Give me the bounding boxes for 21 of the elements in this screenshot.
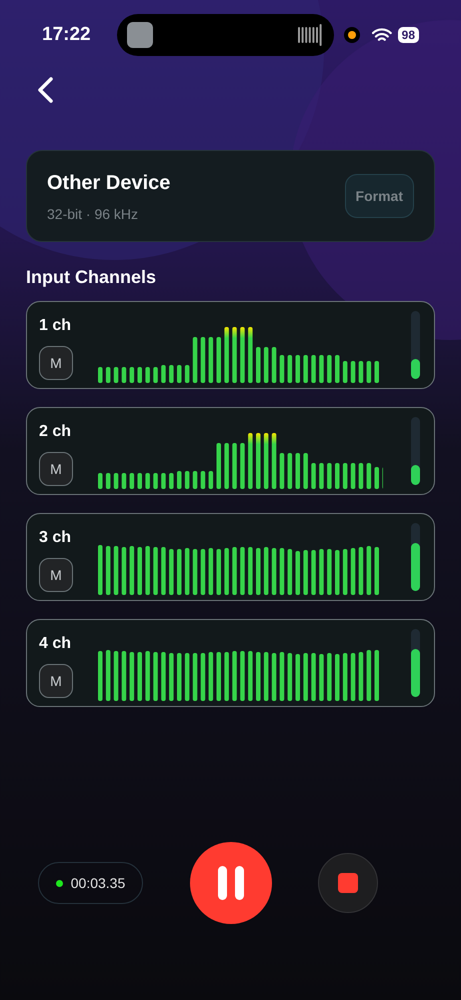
format-button[interactable]: Format xyxy=(344,174,414,218)
wifi-icon xyxy=(372,28,392,42)
stop-icon xyxy=(338,873,358,893)
status-time: 17:22 xyxy=(42,22,92,47)
audio-bars-icon xyxy=(298,24,324,46)
back-icon xyxy=(36,76,54,104)
pause-icon xyxy=(217,866,245,900)
mute-button[interactable]: M xyxy=(39,346,73,380)
section-title: Input Channels xyxy=(26,266,157,289)
battery-level: 98 xyxy=(398,27,419,43)
photo-placeholder xyxy=(127,22,153,48)
mute-button[interactable]: M xyxy=(39,452,73,486)
channel-name: 2 ch xyxy=(39,422,72,442)
channel-name: 1 ch xyxy=(39,316,72,336)
elapsed-time: 00:03.35 xyxy=(70,874,126,892)
device-format-info: 32-bit · 96 kHz xyxy=(47,204,140,224)
device-name: Other Device xyxy=(47,170,170,196)
channel-name: 4 ch xyxy=(39,634,72,654)
channel-name: 3 ch xyxy=(39,528,72,548)
mute-button[interactable]: M xyxy=(39,664,73,698)
mute-button[interactable]: M xyxy=(39,558,73,592)
